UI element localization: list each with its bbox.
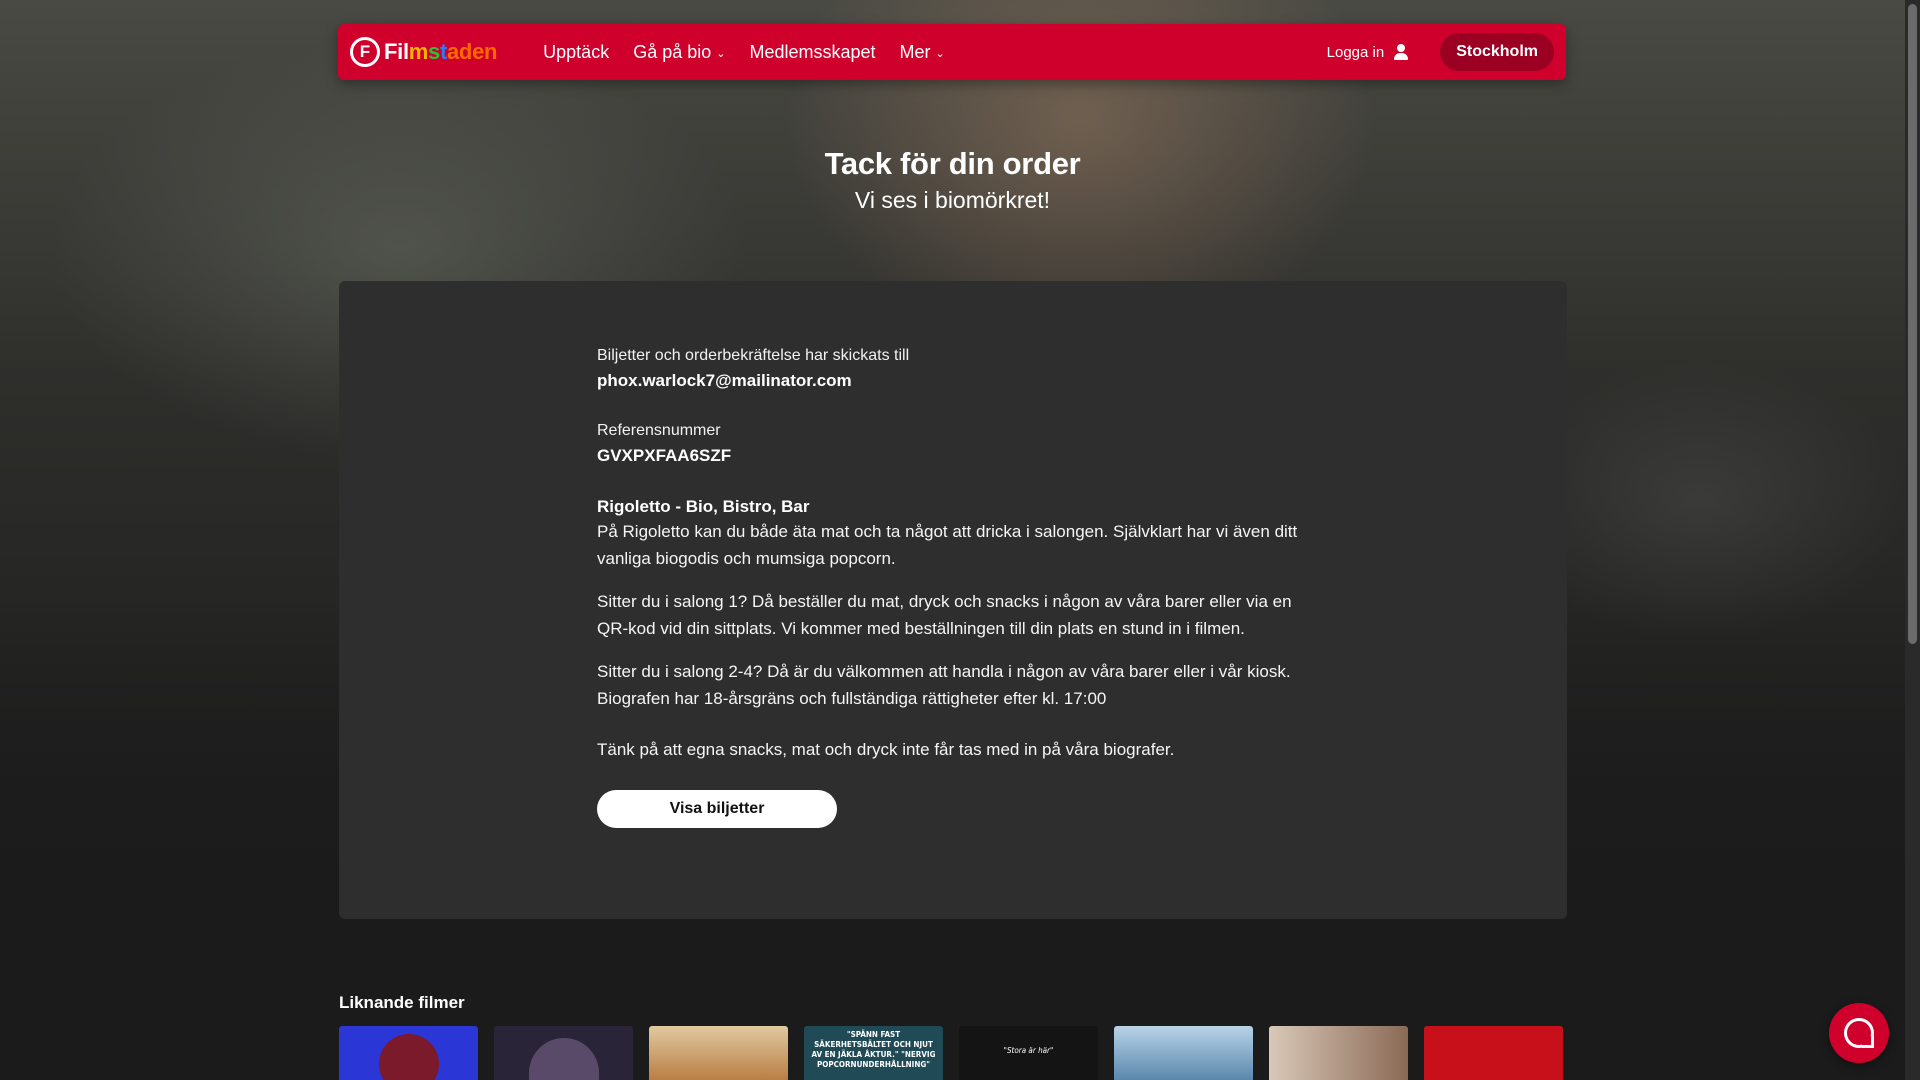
email-block: Biljetter och orderbekräftelse har skick… [597,346,1317,392]
chat-button[interactable] [1829,1003,1889,1063]
scrollbar-thumb[interactable] [1908,4,1917,644]
chat-bubble-icon [1844,1018,1874,1048]
header-actions: Logga in Stockholm [1327,33,1554,71]
show-tickets-button[interactable]: Visa biljetter [597,790,837,828]
film-poster[interactable] [339,1026,478,1080]
venue-paragraph: Biografen har 18-årsgräns och fullständi… [597,689,1107,708]
reference-value: GVXPXFAA6SZF [597,446,732,465]
chevron-down-icon: ⌄ [716,47,726,60]
venue-paragraph: Sitter du i salong 2-4? Då är du välkomm… [597,662,1291,681]
venue-paragraph: Tänk på att egna snacks, mat och dryck i… [597,740,1175,759]
reference-label: Referensnummer [597,422,721,439]
chevron-down-icon: ⌄ [935,47,945,60]
film-poster[interactable] [1269,1026,1408,1080]
similar-films-list: "SPÄNN FAST SÄKERHETSBÄLTET OCH NJUT AV … [339,1026,1567,1080]
film-poster[interactable] [1114,1026,1253,1080]
film-poster[interactable] [1424,1026,1563,1080]
film-poster[interactable]: "Stora är här" [959,1026,1098,1080]
venue-title: Rigoletto - Bio, Bistro, Bar [597,497,810,516]
logo-text: Filmstaden [384,39,498,64]
site-header: F Filmstaden Upptäck Gå på bio ⌄ Medlemss… [338,24,1566,80]
nav-item-medlemsskapet[interactable]: Medlemsskapet [749,42,875,63]
email-value: phox.warlock7@mailinator.com [597,371,852,390]
city-selector-button[interactable]: Stockholm [1440,33,1554,71]
login-button[interactable]: Logga in [1327,43,1411,61]
logo-mark: F [350,37,380,67]
user-icon [1392,43,1410,61]
main-nav: Upptäck Gå på bio ⌄ Medlemsskapet Mer ⌄ [543,42,969,63]
venue-paragraph: Sitter du i salong 1? Då beställer du ma… [597,592,1292,638]
page-title: Tack för din order [824,146,1081,181]
scrollbar[interactable] [1905,0,1920,1080]
order-confirmation-panel: Biljetter och orderbekräftelse har skick… [339,281,1567,919]
film-poster[interactable]: "SPÄNN FAST SÄKERHETSBÄLTET OCH NJUT AV … [804,1026,943,1080]
login-label: Logga in [1326,43,1385,61]
film-poster[interactable] [649,1026,788,1080]
reference-block: Referensnummer GVXPXFAA6SZF [597,421,1317,467]
order-confirmation-content: Biljetter och orderbekräftelse har skick… [597,346,1317,828]
page-subtitle: Vi ses i biomörkret! [854,187,1051,213]
nav-item-mer[interactable]: Mer ⌄ [900,42,945,63]
sent-to-label: Biljetter och orderbekräftelse har skick… [597,347,910,364]
venue-info: Rigoletto - Bio, Bistro, Bar På Rigolett… [597,496,1317,763]
nav-item-upptack[interactable]: Upptäck [543,42,609,63]
film-poster[interactable] [494,1026,633,1080]
nav-item-ga-pa-bio[interactable]: Gå på bio ⌄ [633,42,725,63]
site-logo[interactable]: F Filmstaden [350,32,497,72]
similar-films-title: Liknande filmer [339,993,465,1012]
venue-paragraph: På Rigoletto kan du både äta mat och ta … [597,522,1298,568]
